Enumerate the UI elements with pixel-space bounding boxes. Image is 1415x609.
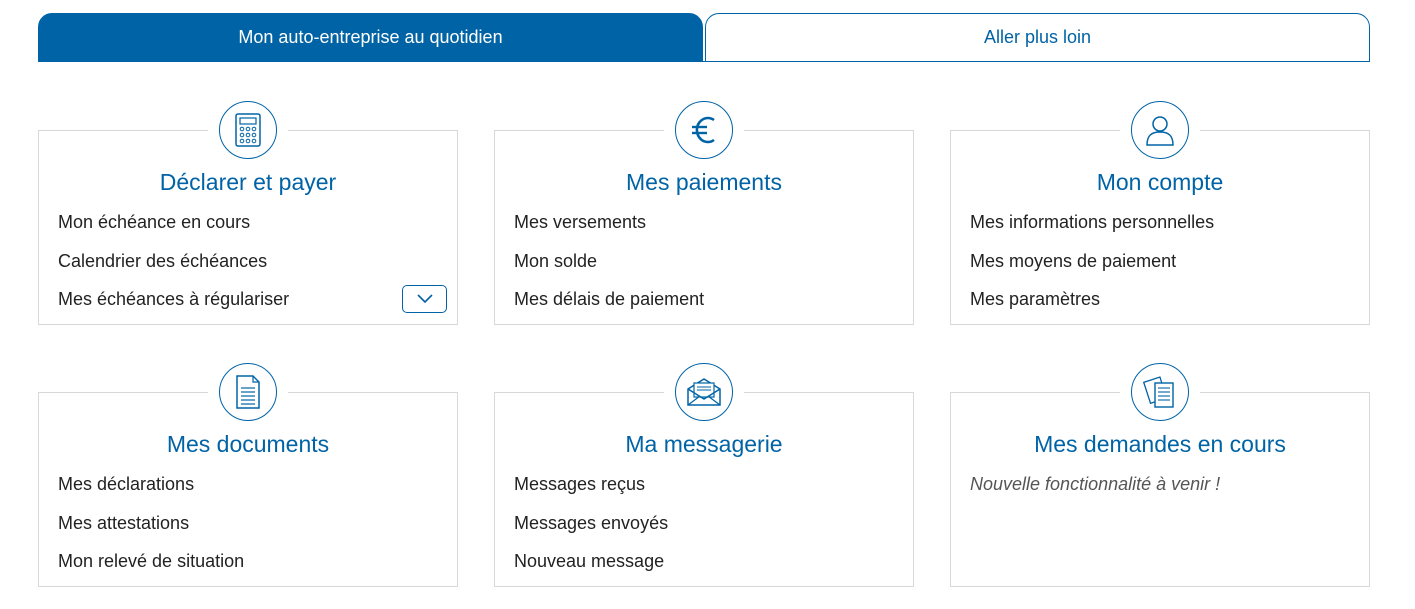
card-title: Ma messagerie	[625, 431, 783, 457]
tab-quotidien[interactable]: Mon auto-entreprise au quotidien	[38, 13, 703, 62]
link-messages-envoyes[interactable]: Messages envoyés	[514, 511, 903, 550]
link-delais-paiement[interactable]: Mes délais de paiement	[514, 287, 903, 326]
envelope-icon	[675, 363, 733, 421]
icon-holder	[208, 101, 288, 161]
main-tabs: Mon auto-entreprise au quotidien Aller p…	[38, 13, 1370, 63]
link-mes-attestations[interactable]: Mes attestations	[58, 511, 447, 550]
card-title: Mes paiements	[626, 169, 782, 195]
link-messages-recus[interactable]: Messages reçus	[514, 472, 903, 511]
user-icon	[1131, 101, 1189, 159]
card-ma-messagerie: Ma messagerie Messages reçus Messages en…	[494, 363, 914, 588]
link-echeance-en-cours[interactable]: Mon échéance en cours	[58, 210, 447, 249]
card-mon-compte: Mon compte Mes informations personnelles…	[950, 101, 1370, 326]
card-mes-paiements: Mes paiements Mes versements Mon solde M…	[494, 101, 914, 326]
card-declarer-payer: Déclarer et payer Mon échéance en cours …	[38, 101, 458, 326]
link-moyens-paiement[interactable]: Mes moyens de paiement	[970, 249, 1359, 288]
tabs-divider	[38, 61, 1370, 62]
card-links: Mes déclarations Mes attestations Mon re…	[58, 472, 447, 588]
card-links: Messages reçus Messages envoyés Nouveau …	[514, 472, 903, 588]
link-nouveau-message[interactable]: Nouveau message	[514, 549, 903, 588]
card-links: Mes informations personnelles Mes moyens…	[970, 210, 1359, 326]
link-echeances-regulariser[interactable]: Mes échéances à régulariser	[58, 287, 447, 326]
papers-icon	[1131, 363, 1189, 421]
card-title: Mes demandes en cours	[1034, 431, 1286, 457]
card-title: Mon compte	[1096, 169, 1224, 195]
link-releve-situation[interactable]: Mon relevé de situation	[58, 549, 447, 588]
card-links: Mes versements Mon solde Mes délais de p…	[514, 210, 903, 326]
icon-holder	[664, 101, 744, 161]
card-mes-documents: Mes documents Mes déclarations Mes attes…	[38, 363, 458, 588]
link-mon-solde[interactable]: Mon solde	[514, 249, 903, 288]
card-title: Mes documents	[166, 431, 330, 457]
card-mes-demandes: Mes demandes en cours Nouvelle fonctionn…	[950, 363, 1370, 587]
calculator-icon	[219, 101, 277, 159]
card-links: Mon échéance en cours Calendrier des éch…	[58, 210, 447, 326]
card-title: Déclarer et payer	[159, 169, 337, 195]
link-parametres[interactable]: Mes paramètres	[970, 287, 1359, 326]
euro-icon	[675, 101, 733, 159]
icon-holder	[208, 363, 288, 423]
link-calendrier-echeances[interactable]: Calendrier des échéances	[58, 249, 447, 288]
tab-aller-plus-loin[interactable]: Aller plus loin	[705, 13, 1370, 62]
icon-holder	[1120, 101, 1200, 161]
feature-coming-note: Nouvelle fonctionnalité à venir !	[970, 474, 1221, 494]
card-links: Nouvelle fonctionnalité à venir !	[970, 472, 1359, 496]
link-informations-personnelles[interactable]: Mes informations personnelles	[970, 210, 1359, 249]
link-mes-declarations[interactable]: Mes déclarations	[58, 472, 447, 511]
expand-button[interactable]	[402, 285, 447, 313]
link-mes-versements[interactable]: Mes versements	[514, 210, 903, 249]
icon-holder	[664, 363, 744, 423]
chevron-down-icon	[416, 294, 433, 304]
document-icon	[219, 363, 277, 421]
icon-holder	[1120, 363, 1200, 423]
